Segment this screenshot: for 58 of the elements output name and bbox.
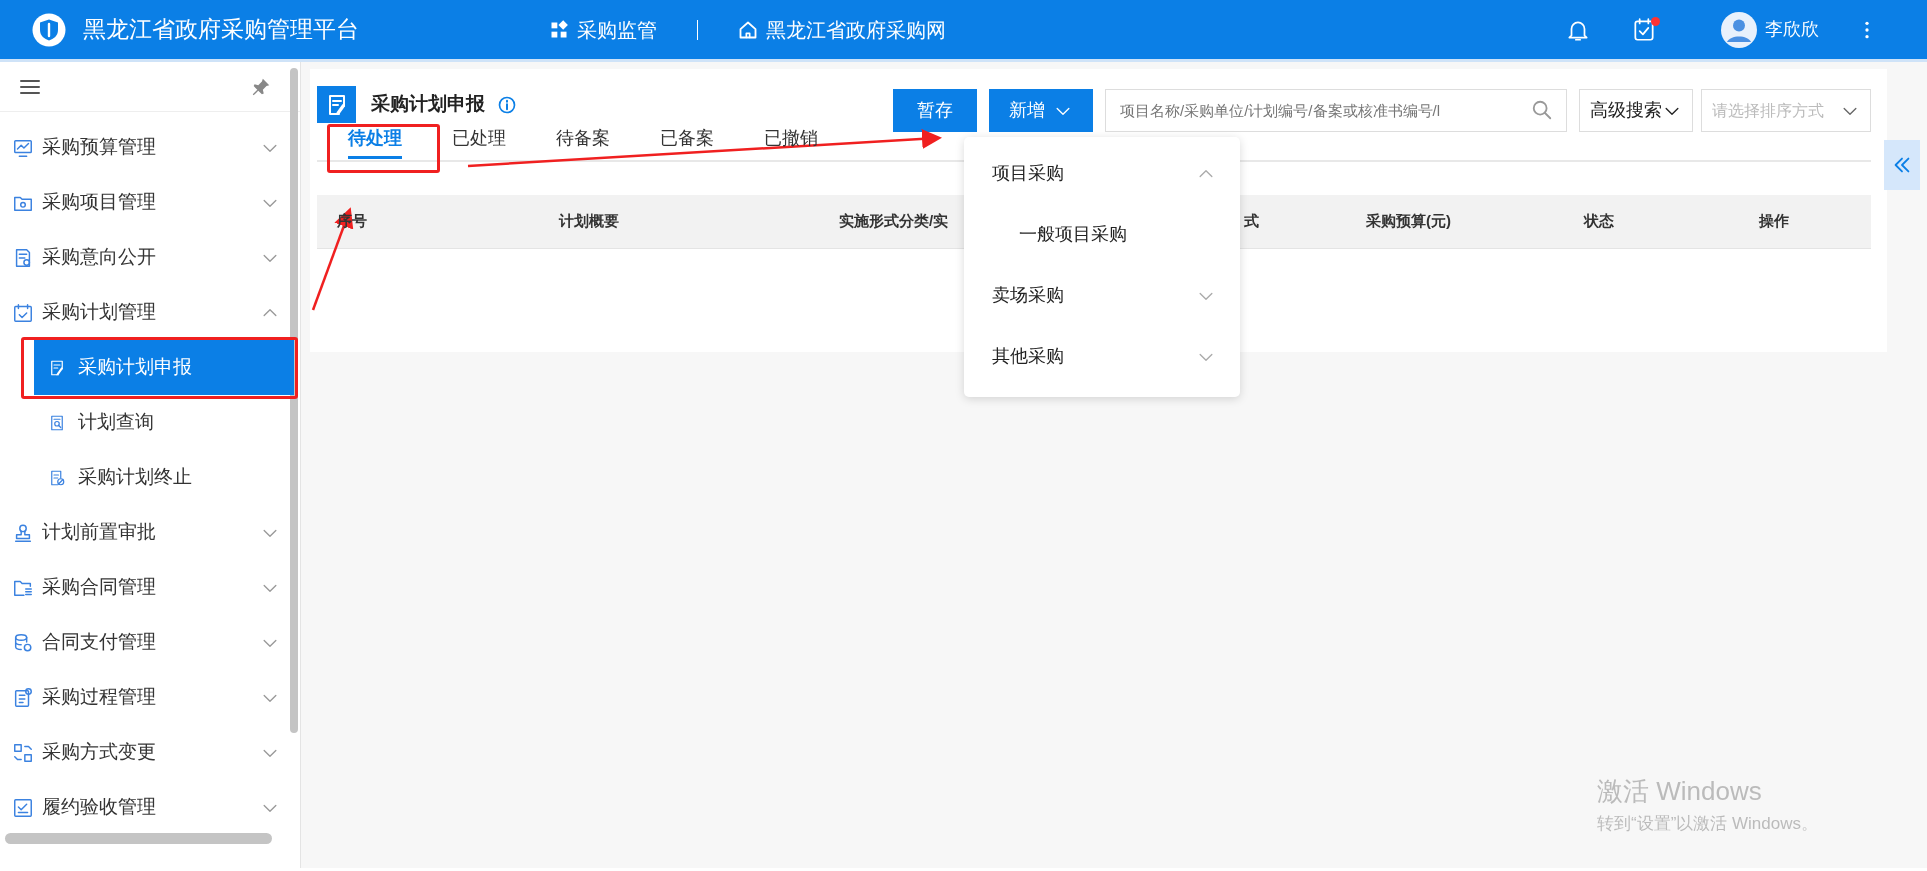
info-icon[interactable] xyxy=(497,94,517,115)
task-button[interactable] xyxy=(1631,16,1657,43)
avatar-icon xyxy=(1721,11,1757,48)
page-title: 采购计划申报 xyxy=(371,92,485,117)
column-header: 计划概要 xyxy=(559,211,619,232)
save-draft-button[interactable]: 暂存 xyxy=(893,89,977,132)
edit-document-icon xyxy=(48,358,66,377)
column-header: 式 xyxy=(1244,211,1259,232)
menu-item[interactable]: 其他采购 xyxy=(964,326,1240,387)
sidebar-item[interactable]: 计划前置审批 xyxy=(0,505,300,560)
activation-hint: 转到“设置”以激活 Windows。 xyxy=(1597,813,1818,835)
calendar-icon xyxy=(12,301,34,324)
nav-link[interactable]: 黑龙江省政府采购网 xyxy=(738,14,946,45)
column-header: 实施形式分类/实 xyxy=(839,211,949,232)
column-header: 采购预算(元) xyxy=(1366,211,1451,232)
sidebar-item[interactable]: 采购项目管理 xyxy=(0,175,300,230)
sidebar-item[interactable]: 采购合同管理 xyxy=(0,560,300,615)
sidebar-subitem[interactable]: 计划查询 xyxy=(26,395,294,450)
column-header: 状态 xyxy=(1584,211,1614,232)
user-name[interactable]: 李欣欣 xyxy=(1765,16,1819,43)
horizontal-scrollbar[interactable] xyxy=(5,833,272,844)
tab[interactable]: 待备案 xyxy=(531,120,635,156)
menu-subitem[interactable]: 一般项目采购 xyxy=(964,204,1240,265)
grid-icon xyxy=(549,19,569,40)
menu-item[interactable]: 卖场采购 xyxy=(964,265,1240,326)
activation-title: 激活 Windows xyxy=(1597,775,1763,808)
new-button[interactable]: 新增 xyxy=(989,89,1093,132)
collapse-panel-button[interactable] xyxy=(1884,140,1920,190)
document-stop-icon xyxy=(48,468,66,487)
column-header: 操作 xyxy=(1759,211,1789,232)
search-icon xyxy=(1531,99,1553,121)
sidebar-item[interactable]: 履约验收管理 xyxy=(0,780,300,835)
checklist-icon xyxy=(12,796,34,819)
sidebar-item[interactable]: 采购过程管理 xyxy=(0,670,300,725)
home-icon xyxy=(738,19,758,40)
sidebar-item[interactable]: 采购方式变更 xyxy=(0,725,300,780)
search-field[interactable]: 项目名称/采购单位/计划编号/备案或核准书编号/l xyxy=(1105,89,1567,132)
sidebar-item[interactable]: 采购计划管理 xyxy=(0,285,300,340)
vertical-scrollbar[interactable] xyxy=(290,68,298,733)
sidebar-subitem[interactable]: 采购计划终止 xyxy=(26,450,294,505)
database-icon xyxy=(12,631,34,654)
shield-logo-icon xyxy=(31,11,67,48)
menu-item[interactable]: 项目采购 xyxy=(964,143,1240,204)
sidebar-item[interactable]: 采购意向公开 xyxy=(0,230,300,285)
sidebar-item[interactable]: 合同支付管理 xyxy=(0,615,300,670)
sidebar-item[interactable]: 采购预算管理 xyxy=(0,120,300,175)
clipboard-check-icon xyxy=(1631,16,1657,43)
tab[interactable]: 已撤销 xyxy=(739,120,843,156)
app-title: 黑龙江省政府采购管理平台 xyxy=(83,15,359,45)
tab[interactable]: 待处理 xyxy=(317,120,427,156)
tab[interactable]: 已处理 xyxy=(427,120,531,156)
search-document-icon xyxy=(48,413,66,432)
advanced-search-button[interactable]: 高级搜索 xyxy=(1579,89,1693,132)
tab[interactable]: 已备案 xyxy=(635,120,739,156)
clipboard-icon xyxy=(12,686,34,709)
nav-link[interactable]: 采购监管 xyxy=(549,14,657,45)
column-header: 序号 xyxy=(337,211,367,232)
swap-icon xyxy=(12,741,34,764)
